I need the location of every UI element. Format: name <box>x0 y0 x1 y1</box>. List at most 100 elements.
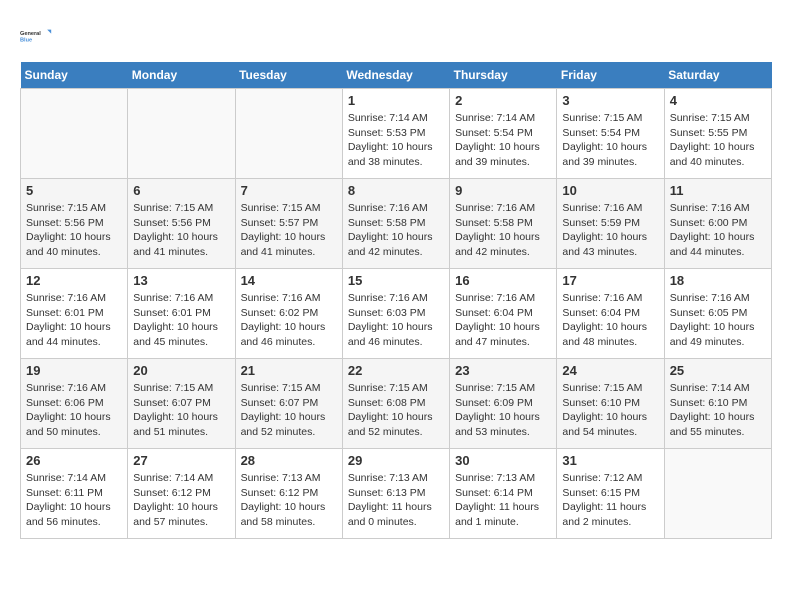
day-info: Sunrise: 7:13 AM Sunset: 6:12 PM Dayligh… <box>241 471 337 530</box>
day-number: 19 <box>26 363 122 378</box>
day-info: Sunrise: 7:14 AM Sunset: 5:53 PM Dayligh… <box>348 111 444 170</box>
week-row-3: 12Sunrise: 7:16 AM Sunset: 6:01 PM Dayli… <box>21 269 772 359</box>
day-number: 1 <box>348 93 444 108</box>
col-tuesday: Tuesday <box>235 62 342 89</box>
logo-icon: General Blue <box>20 20 52 52</box>
cell-w1-d2 <box>128 89 235 179</box>
cell-w5-d5: 30 Sunrise: 7:13 AM Sunset: 6:14 PM Dayli… <box>450 449 557 539</box>
cell-w2-d6: 10 Sunrise: 7:16 AM Sunset: 5:59 PM Dayli… <box>557 179 664 269</box>
day-info: Sunrise: 7:16 AM Sunset: 6:06 PM Dayligh… <box>26 381 122 440</box>
cell-w3-d4: 15Sunrise: 7:16 AM Sunset: 6:03 PM Dayli… <box>342 269 449 359</box>
day-number: 8 <box>348 183 444 198</box>
cell-w3-d2: 13 Sunrise: 7:16 AM Sunset: 6:01 PM Dayli… <box>128 269 235 359</box>
cell-w1-d5: 2 Sunrise: 7:14 AM Sunset: 5:54 PM Daylig… <box>450 89 557 179</box>
calendar-table: Sunday Monday Tuesday Wednesday Thursday… <box>20 62 772 539</box>
cell-w1-d6: 3 Sunrise: 7:15 AM Sunset: 5:54 PM Daylig… <box>557 89 664 179</box>
cell-w2-d1: 5 Sunrise: 7:15 AM Sunset: 5:56 PM Daylig… <box>21 179 128 269</box>
day-info: Sunrise: 7:16 AM Sunset: 6:00 PM Dayligh… <box>670 201 766 260</box>
col-wednesday: Wednesday <box>342 62 449 89</box>
day-info: Sunrise: 7:15 AM Sunset: 5:54 PM Dayligh… <box>562 111 658 170</box>
day-info: Sunrise: 7:15 AM Sunset: 6:10 PM Dayligh… <box>562 381 658 440</box>
day-info: Sunrise: 7:16 AM Sunset: 6:05 PM Dayligh… <box>670 291 766 350</box>
week-row-4: 19 Sunrise: 7:16 AM Sunset: 6:06 PM Dayli… <box>21 359 772 449</box>
day-number: 22 <box>348 363 444 378</box>
cell-w2-d5: 9 Sunrise: 7:16 AM Sunset: 5:58 PM Daylig… <box>450 179 557 269</box>
cell-w3-d3: 14Sunrise: 7:16 AM Sunset: 6:02 PM Dayli… <box>235 269 342 359</box>
week-row-2: 5 Sunrise: 7:15 AM Sunset: 5:56 PM Daylig… <box>21 179 772 269</box>
page-header: General Blue <box>20 20 772 52</box>
day-number: 2 <box>455 93 551 108</box>
svg-text:General: General <box>20 31 41 37</box>
cell-w1-d7: 4 Sunrise: 7:15 AM Sunset: 5:55 PM Daylig… <box>664 89 771 179</box>
day-info: Sunrise: 7:16 AM Sunset: 5:59 PM Dayligh… <box>562 201 658 260</box>
day-info: Sunrise: 7:13 AM Sunset: 6:13 PM Dayligh… <box>348 471 444 530</box>
day-number: 20 <box>133 363 229 378</box>
cell-w2-d3: 7 Sunrise: 7:15 AM Sunset: 5:57 PM Daylig… <box>235 179 342 269</box>
cell-w4-d1: 19 Sunrise: 7:16 AM Sunset: 6:06 PM Dayli… <box>21 359 128 449</box>
day-number: 4 <box>670 93 766 108</box>
day-info: Sunrise: 7:16 AM Sunset: 6:01 PM Dayligh… <box>26 291 122 350</box>
day-number: 21 <box>241 363 337 378</box>
logo: General Blue <box>20 20 52 52</box>
day-number: 27 <box>133 453 229 468</box>
day-number: 13 <box>133 273 229 288</box>
day-number: 17 <box>562 273 658 288</box>
day-number: 6 <box>133 183 229 198</box>
day-number: 23 <box>455 363 551 378</box>
cell-w1-d3 <box>235 89 342 179</box>
svg-text:Blue: Blue <box>20 38 32 44</box>
day-number: 5 <box>26 183 122 198</box>
cell-w5-d2: 27Sunrise: 7:14 AM Sunset: 6:12 PM Dayli… <box>128 449 235 539</box>
day-info: Sunrise: 7:16 AM Sunset: 5:58 PM Dayligh… <box>348 201 444 260</box>
col-sunday: Sunday <box>21 62 128 89</box>
day-info: Sunrise: 7:15 AM Sunset: 6:09 PM Dayligh… <box>455 381 551 440</box>
day-number: 7 <box>241 183 337 198</box>
cell-w5-d7 <box>664 449 771 539</box>
day-number: 18 <box>670 273 766 288</box>
day-info: Sunrise: 7:16 AM Sunset: 6:04 PM Dayligh… <box>562 291 658 350</box>
cell-w3-d6: 17 Sunrise: 7:16 AM Sunset: 6:04 PM Dayli… <box>557 269 664 359</box>
day-info: Sunrise: 7:14 AM Sunset: 5:54 PM Dayligh… <box>455 111 551 170</box>
day-number: 15 <box>348 273 444 288</box>
week-row-1: 1 Sunrise: 7:14 AM Sunset: 5:53 PM Daylig… <box>21 89 772 179</box>
col-friday: Friday <box>557 62 664 89</box>
cell-w2-d7: 11 Sunrise: 7:16 AM Sunset: 6:00 PM Dayli… <box>664 179 771 269</box>
cell-w4-d5: 23 Sunrise: 7:15 AM Sunset: 6:09 PM Dayli… <box>450 359 557 449</box>
day-number: 30 <box>455 453 551 468</box>
day-number: 28 <box>241 453 337 468</box>
day-number: 16 <box>455 273 551 288</box>
day-info: Sunrise: 7:13 AM Sunset: 6:14 PM Dayligh… <box>455 471 551 530</box>
cell-w2-d4: 8 Sunrise: 7:16 AM Sunset: 5:58 PM Daylig… <box>342 179 449 269</box>
cell-w4-d6: 24 Sunrise: 7:15 AM Sunset: 6:10 PM Dayli… <box>557 359 664 449</box>
cell-w3-d1: 12Sunrise: 7:16 AM Sunset: 6:01 PM Dayli… <box>21 269 128 359</box>
cell-w4-d3: 21Sunrise: 7:15 AM Sunset: 6:07 PM Dayli… <box>235 359 342 449</box>
day-info: Sunrise: 7:16 AM Sunset: 6:02 PM Dayligh… <box>241 291 337 350</box>
cell-w2-d2: 6 Sunrise: 7:15 AM Sunset: 5:56 PM Daylig… <box>128 179 235 269</box>
day-number: 3 <box>562 93 658 108</box>
cell-w3-d7: 18 Sunrise: 7:16 AM Sunset: 6:05 PM Dayli… <box>664 269 771 359</box>
day-number: 24 <box>562 363 658 378</box>
day-info: Sunrise: 7:14 AM Sunset: 6:11 PM Dayligh… <box>26 471 122 530</box>
day-info: Sunrise: 7:15 AM Sunset: 6:07 PM Dayligh… <box>133 381 229 440</box>
cell-w5-d1: 26Sunrise: 7:14 AM Sunset: 6:11 PM Dayli… <box>21 449 128 539</box>
day-info: Sunrise: 7:15 AM Sunset: 5:55 PM Dayligh… <box>670 111 766 170</box>
cell-w3-d5: 16Sunrise: 7:16 AM Sunset: 6:04 PM Dayli… <box>450 269 557 359</box>
day-number: 10 <box>562 183 658 198</box>
day-number: 31 <box>562 453 658 468</box>
cell-w1-d1 <box>21 89 128 179</box>
day-info: Sunrise: 7:15 AM Sunset: 5:57 PM Dayligh… <box>241 201 337 260</box>
cell-w4-d7: 25Sunrise: 7:14 AM Sunset: 6:10 PM Dayli… <box>664 359 771 449</box>
day-number: 29 <box>348 453 444 468</box>
day-info: Sunrise: 7:16 AM Sunset: 6:01 PM Dayligh… <box>133 291 229 350</box>
day-info: Sunrise: 7:15 AM Sunset: 6:08 PM Dayligh… <box>348 381 444 440</box>
day-number: 11 <box>670 183 766 198</box>
cell-w5-d6: 31Sunrise: 7:12 AM Sunset: 6:15 PM Dayli… <box>557 449 664 539</box>
day-info: Sunrise: 7:16 AM Sunset: 5:58 PM Dayligh… <box>455 201 551 260</box>
cell-w4-d4: 22 Sunrise: 7:15 AM Sunset: 6:08 PM Dayli… <box>342 359 449 449</box>
day-info: Sunrise: 7:15 AM Sunset: 5:56 PM Dayligh… <box>26 201 122 260</box>
cell-w1-d4: 1 Sunrise: 7:14 AM Sunset: 5:53 PM Daylig… <box>342 89 449 179</box>
cell-w5-d4: 29 Sunrise: 7:13 AM Sunset: 6:13 PM Dayli… <box>342 449 449 539</box>
day-info: Sunrise: 7:15 AM Sunset: 5:56 PM Dayligh… <box>133 201 229 260</box>
day-number: 9 <box>455 183 551 198</box>
week-row-5: 26Sunrise: 7:14 AM Sunset: 6:11 PM Dayli… <box>21 449 772 539</box>
